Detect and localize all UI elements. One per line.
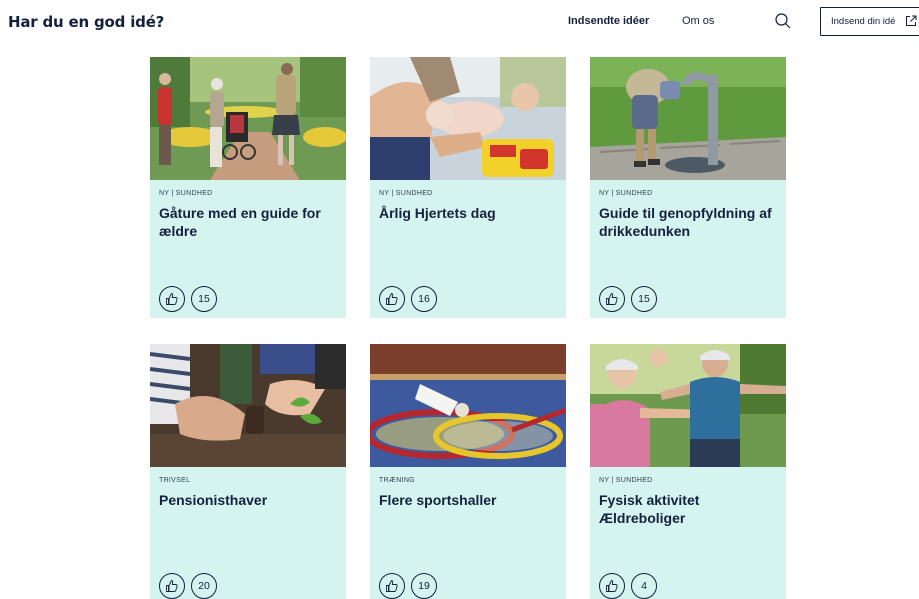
thumbs-up-icon[interactable] <box>379 573 405 599</box>
like-count: 15 <box>631 286 657 312</box>
card-title[interactable]: Gåture med en guide for ældre <box>159 204 341 240</box>
card-image-cpr-training <box>370 57 566 180</box>
like-count: 16 <box>411 286 437 312</box>
like-count: 20 <box>191 573 217 599</box>
nav-submitted-ideas[interactable]: Indsendte idéer <box>568 15 649 27</box>
card-image-seniors-exercising <box>590 344 786 467</box>
thumbs-up-icon[interactable] <box>599 573 625 599</box>
card-category: NY | SUNDHED <box>159 190 213 197</box>
idea-card[interactable]: NY | SUNDHED Fysisk aktivitet Ældrebolig… <box>590 344 786 599</box>
site-header: Har du en god idé? Indsendte idéer Om os… <box>0 0 919 44</box>
nav-about-us[interactable]: Om os <box>682 15 714 27</box>
like-count: 19 <box>411 573 437 599</box>
idea-card[interactable]: NY | SUNDHED Gåture med en guide for æld… <box>150 57 346 318</box>
card-category: NY | SUNDHED <box>379 190 433 197</box>
card-image-water-fountain <box>590 57 786 180</box>
submit-idea-label: Indsend din idé <box>831 16 896 27</box>
idea-card[interactable]: NY | SUNDHED Guide til genopfyldning af … <box>590 57 786 318</box>
thumbs-up-icon[interactable] <box>159 286 185 312</box>
like-count: 15 <box>191 286 217 312</box>
card-category: NY | SUNDHED <box>599 477 653 484</box>
site-logo[interactable]: Har du en god idé? <box>8 13 164 31</box>
thumbs-up-icon[interactable] <box>159 573 185 599</box>
thumbs-up-icon[interactable] <box>599 286 625 312</box>
card-title[interactable]: Fysisk aktivitet Ældreboliger <box>599 491 781 527</box>
card-category: TRIVSEL <box>159 477 191 484</box>
search-icon[interactable] <box>774 12 792 30</box>
card-image-seniors-walking <box>150 57 346 180</box>
card-title[interactable]: Guide til genopfyldning af drikkedunken <box>599 204 781 240</box>
idea-card[interactable]: TRÆNING Flere sportshaller 19 <box>370 344 566 599</box>
card-title[interactable]: Pensionisthaver <box>159 491 341 509</box>
card-category: NY | SUNDHED <box>599 190 653 197</box>
card-title[interactable]: Årlig Hjertets dag <box>379 204 561 222</box>
external-link-icon <box>906 15 917 26</box>
card-image-badminton <box>370 344 566 467</box>
idea-card[interactable]: NY | SUNDHED Årlig Hjertets dag 16 <box>370 57 566 318</box>
card-category: TRÆNING <box>379 477 415 484</box>
card-title[interactable]: Flere sportshaller <box>379 491 561 509</box>
thumbs-up-icon[interactable] <box>379 286 405 312</box>
idea-card[interactable]: TRIVSEL Pensionisthaver 20 <box>150 344 346 599</box>
card-image-gardening <box>150 344 346 467</box>
submit-idea-button[interactable]: Indsend din idé <box>820 7 919 36</box>
like-count: 4 <box>631 573 657 599</box>
